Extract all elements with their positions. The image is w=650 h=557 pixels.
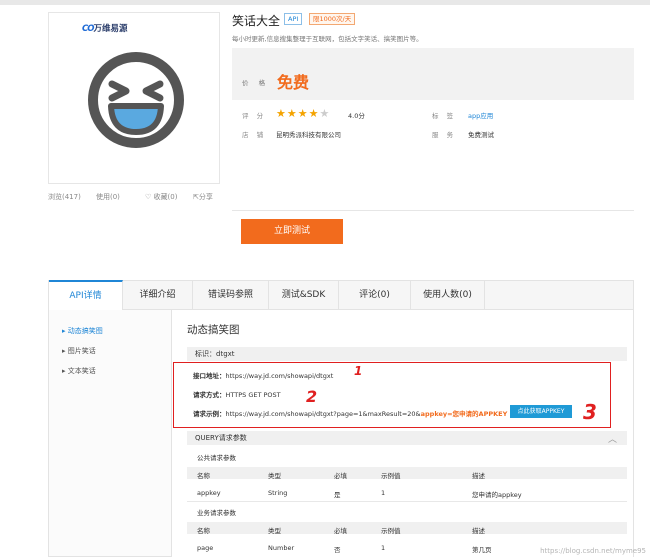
share-label: 分享 bbox=[198, 193, 213, 201]
sidebar-item-image[interactable]: ▸ 图片笑话 bbox=[62, 346, 96, 356]
top-bar bbox=[0, 0, 650, 5]
shop-value[interactable]: 昆明秀派科技有限公司 bbox=[276, 129, 341, 139]
rating-label: 评 分 bbox=[242, 112, 267, 120]
tab-users[interactable]: 使用人数(0) bbox=[411, 280, 485, 310]
public-table-header bbox=[187, 467, 627, 479]
brand-name: 万维易源 bbox=[93, 24, 128, 34]
laughing-face-icon bbox=[88, 52, 184, 148]
table-cell: 您申请的appkey bbox=[472, 491, 522, 499]
table-cell: Number bbox=[268, 544, 295, 552]
tag-link[interactable]: app应用 bbox=[468, 110, 493, 120]
limit-badge: 限1000次/天 bbox=[309, 13, 356, 25]
watermark: https://blog.csdn.net/myme95 bbox=[540, 547, 646, 555]
tab-api-details[interactable]: API详情 bbox=[49, 280, 123, 310]
ident-row: 标识：dtgxt bbox=[187, 347, 627, 361]
col-type: 类型 bbox=[268, 527, 281, 535]
test-now-button[interactable]: 立即测试 bbox=[241, 219, 343, 244]
views-count: 浏览(417) bbox=[48, 193, 81, 201]
sidebar-item-label: 动态搞笑图 bbox=[67, 327, 103, 335]
col-type: 类型 bbox=[268, 472, 281, 480]
sidebar-item-text[interactable]: ▸ 文本笑话 bbox=[62, 366, 96, 376]
col-required: 必填 bbox=[334, 472, 347, 480]
product-description: 每小时更新,信息搜集整理于互联网，包括文字笑话、搞笑图片等。 bbox=[232, 35, 423, 43]
share-button[interactable]: ⇱分享 bbox=[193, 192, 213, 202]
table-cell: 是 bbox=[334, 491, 341, 499]
service-label: 服 务 bbox=[432, 131, 457, 139]
api-badge: API bbox=[284, 13, 303, 25]
col-required: 必填 bbox=[334, 527, 347, 535]
public-params-title: 公共请求参数 bbox=[197, 454, 236, 462]
business-params-title: 业务请求参数 bbox=[197, 509, 236, 517]
brand-mark: CO bbox=[82, 24, 95, 34]
col-example: 示例值 bbox=[381, 472, 401, 480]
ident-label: 标识：dtgxt bbox=[195, 350, 235, 358]
business-table-header bbox=[187, 522, 627, 534]
table-cell: 否 bbox=[334, 546, 341, 554]
sidebar-item-label: 文本笑话 bbox=[67, 367, 96, 375]
col-example: 示例值 bbox=[381, 527, 401, 535]
star-icon: ★ bbox=[297, 107, 309, 120]
price-label: 价 格 bbox=[242, 79, 270, 87]
col-desc: 描述 bbox=[472, 527, 485, 535]
table-cell: page bbox=[197, 544, 214, 552]
shop-label: 店 铺 bbox=[242, 131, 267, 139]
tab-intro[interactable]: 详细介绍 bbox=[123, 280, 193, 310]
triangle-right-icon: ▸ bbox=[62, 367, 66, 375]
star-icon: ★ bbox=[308, 107, 320, 120]
annotation-3: 3 bbox=[583, 400, 597, 424]
star-icon: ★ bbox=[286, 107, 298, 120]
table-cell: 1 bbox=[381, 544, 386, 552]
table-cell: 第几页 bbox=[472, 546, 492, 554]
tag-label: 标 签 bbox=[432, 112, 457, 120]
divider bbox=[232, 210, 634, 211]
star-empty-icon: ★ bbox=[319, 107, 331, 120]
heart-outline-icon: ♡ bbox=[145, 193, 152, 201]
table-cell: String bbox=[268, 489, 288, 497]
favorite-button[interactable]: ♡ 收藏(0) bbox=[145, 192, 177, 202]
rating-value: 4.0分 bbox=[348, 112, 365, 120]
tab-comments[interactable]: 评论(0) bbox=[339, 280, 411, 310]
annotation-2: 2 bbox=[306, 387, 318, 406]
query-title: QUERY请求参数 bbox=[195, 434, 247, 442]
col-name: 名称 bbox=[197, 527, 210, 535]
rating-stars: ★★★★★ bbox=[276, 107, 330, 120]
sidebar-item-label: 图片笑话 bbox=[67, 347, 96, 355]
chevron-up-icon[interactable]: ︿ bbox=[608, 432, 617, 445]
price-value: 免费 bbox=[277, 73, 310, 92]
star-icon: ★ bbox=[276, 107, 287, 120]
col-name: 名称 bbox=[197, 472, 210, 480]
product-title: 笑话大全 bbox=[232, 14, 281, 28]
section-title: 动态搞笑图 bbox=[187, 324, 240, 336]
service-value: 免费测试 bbox=[468, 131, 494, 139]
uses-count: 使用(0) bbox=[96, 193, 120, 201]
annotation-box bbox=[173, 362, 611, 428]
sidebar-item-dynamic[interactable]: ▸ 动态搞笑图 bbox=[62, 326, 103, 336]
row-divider bbox=[187, 501, 627, 502]
table-cell: appkey bbox=[197, 489, 221, 497]
table-cell: 1 bbox=[381, 489, 386, 497]
brand-logo: CO万维易源 bbox=[82, 22, 127, 34]
tab-test-sdk[interactable]: 测试&SDK bbox=[269, 280, 339, 310]
favorite-label: 收藏(0) bbox=[153, 193, 178, 201]
tab-error-codes[interactable]: 错误码参照 bbox=[193, 280, 269, 310]
triangle-right-icon: ▸ bbox=[62, 327, 66, 335]
annotation-1: 1 bbox=[354, 364, 363, 378]
query-header[interactable]: QUERY请求参数 bbox=[187, 431, 627, 445]
col-desc: 描述 bbox=[472, 472, 485, 480]
triangle-right-icon: ▸ bbox=[62, 347, 66, 355]
